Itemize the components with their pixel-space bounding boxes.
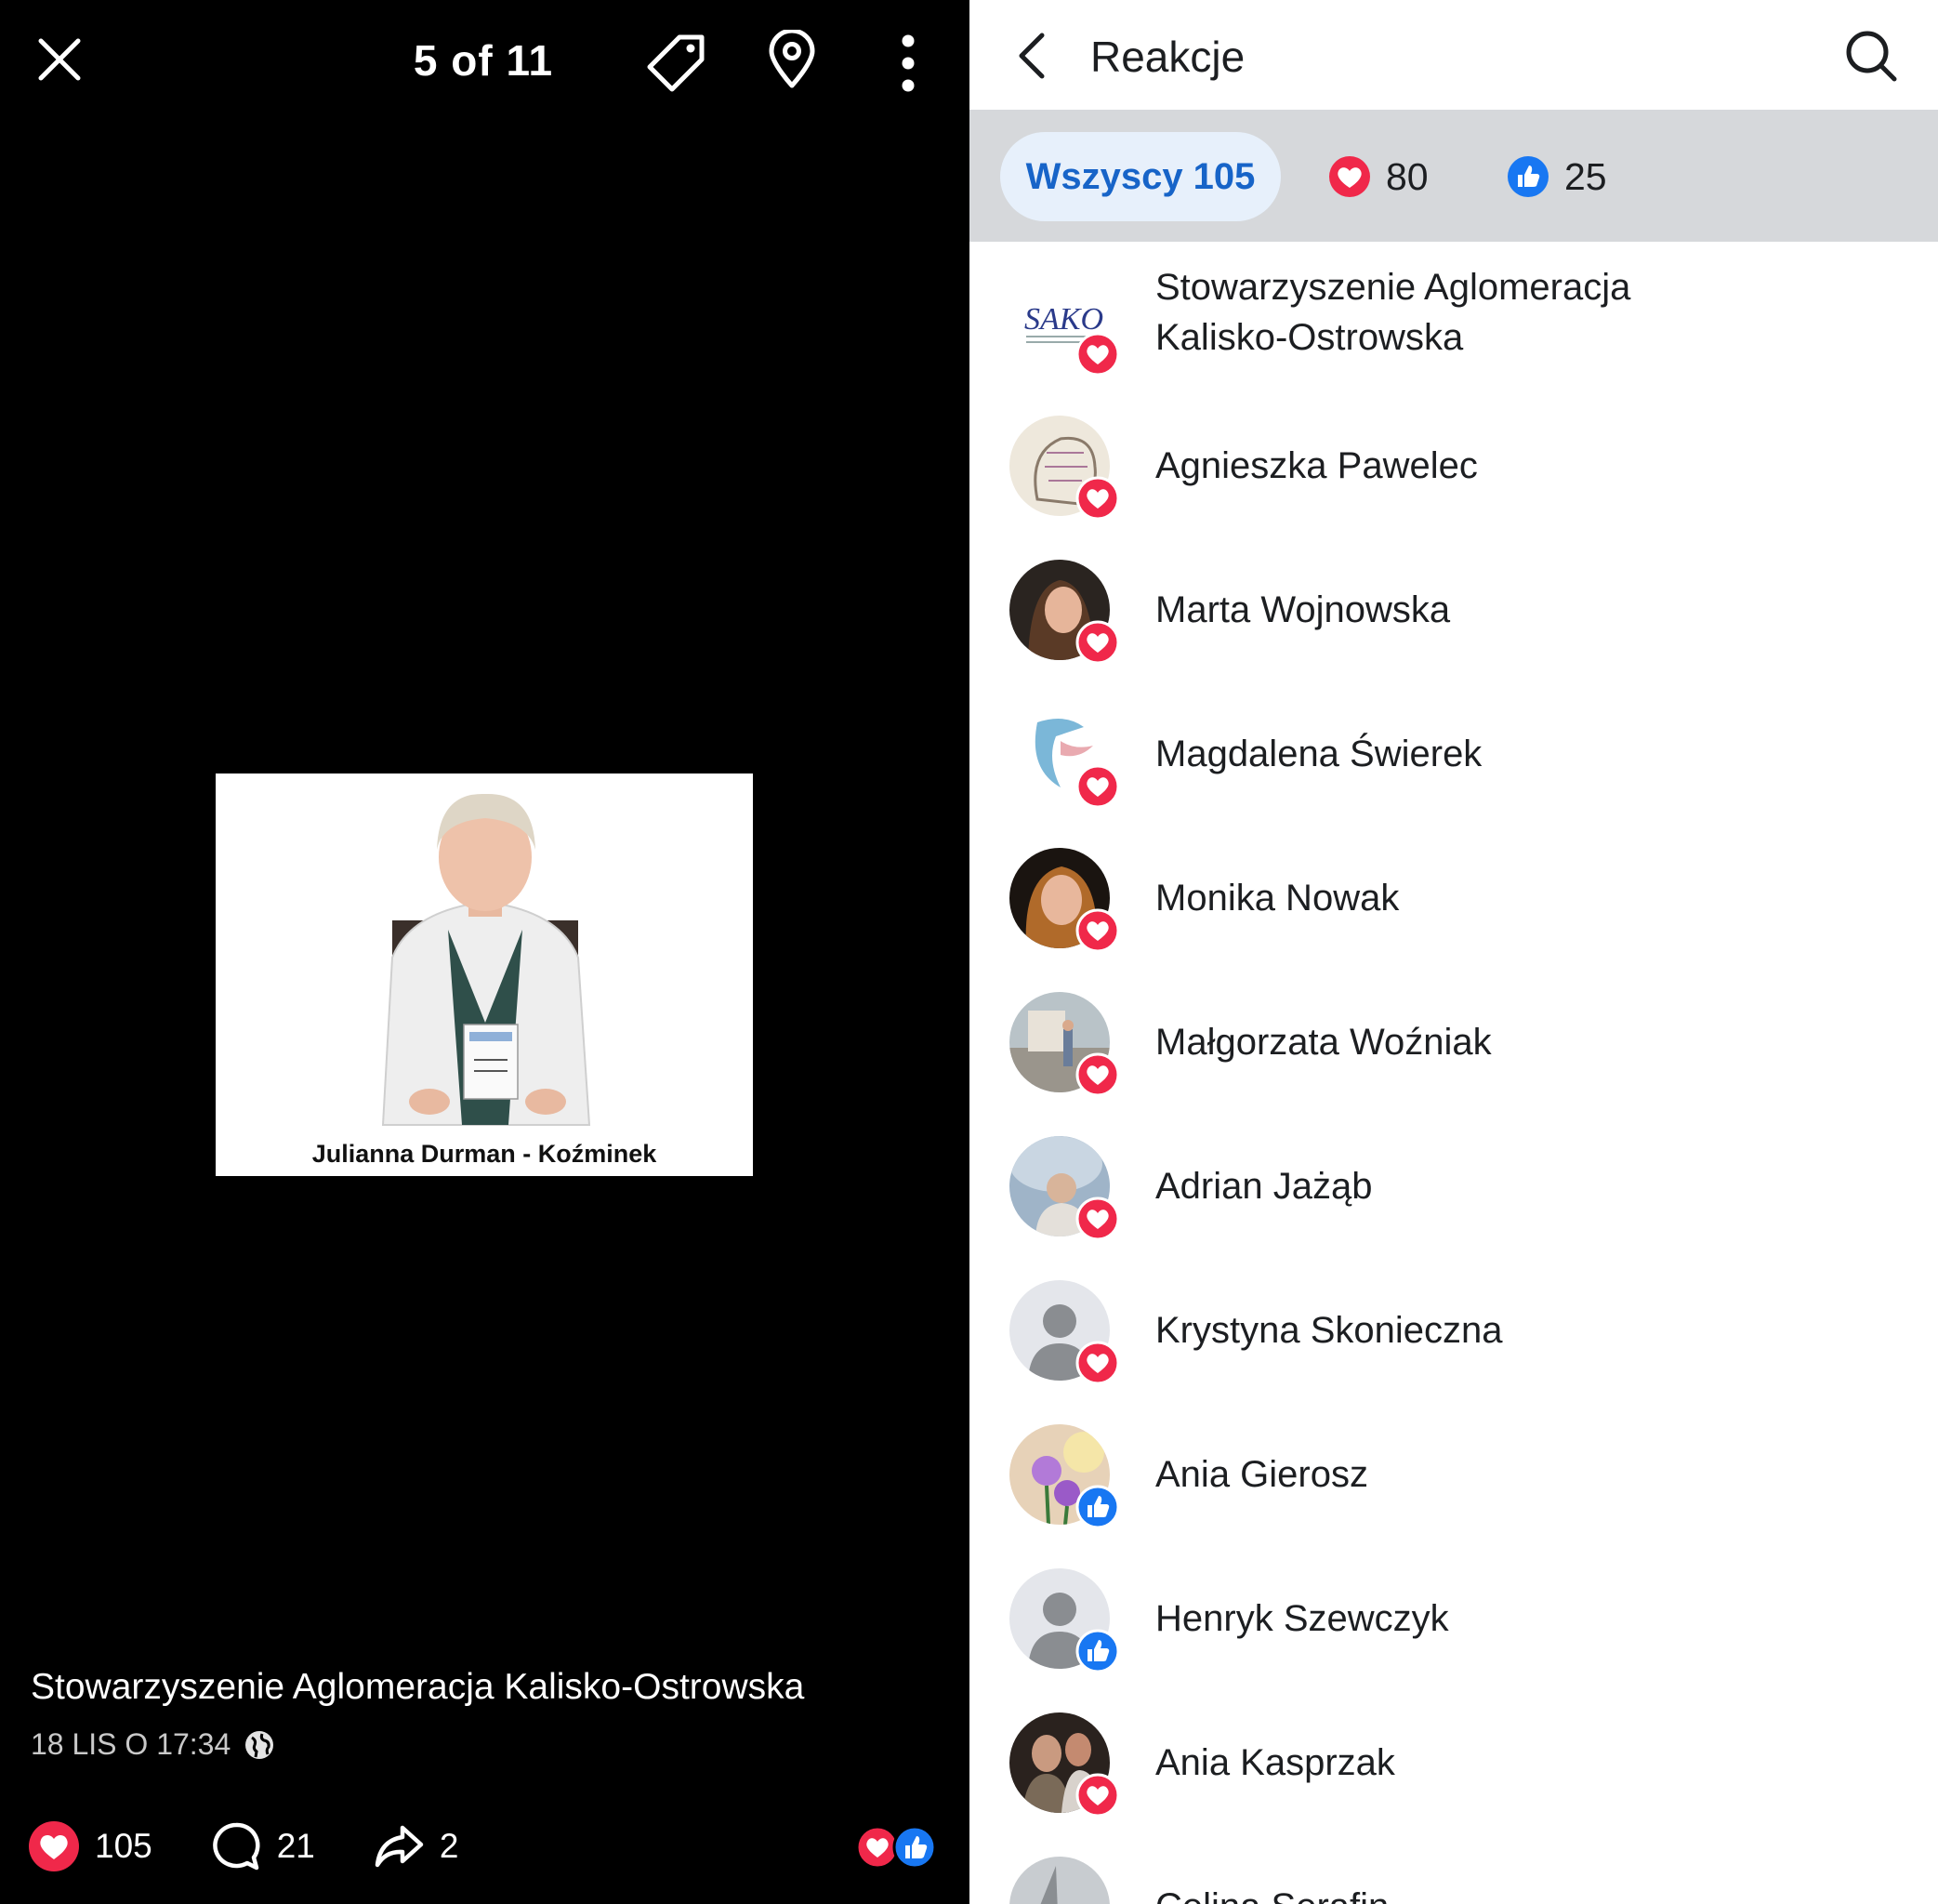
share-icon — [375, 1825, 424, 1868]
avatar[interactable] — [1009, 1857, 1110, 1904]
list-item[interactable]: Adrian Jażąb — [969, 1106, 1938, 1250]
user-name[interactable]: Celina Serafin — [1155, 1827, 1899, 1904]
heart-badge-icon — [1075, 332, 1120, 377]
close-icon[interactable] — [33, 33, 86, 86]
photo-counter: 5 of 11 — [413, 36, 554, 85]
user-name[interactable]: Adrian Jażąb — [1155, 1106, 1899, 1266]
list-item[interactable]: SAKO Stowarzyszenie Aglomeracja Kalisko-… — [969, 242, 1938, 386]
more-vertical-icon[interactable] — [894, 33, 922, 93]
share-button[interactable]: 2 — [373, 1820, 459, 1872]
post-time-text: 18 LIS O 17:34 — [31, 1727, 231, 1761]
reactions-count: 105 — [95, 1827, 152, 1865]
shares-count: 2 — [439, 1827, 459, 1865]
reactions-button[interactable]: 105 — [28, 1820, 152, 1872]
list-item[interactable]: Monika Nowak — [969, 818, 1938, 962]
heart-badge-icon — [1075, 476, 1120, 521]
like-icon — [1508, 156, 1549, 197]
like-badge-icon — [1075, 1485, 1120, 1529]
location-pin-icon[interactable] — [764, 30, 820, 89]
list-item[interactable]: Krystyna Skonieczna — [969, 1250, 1938, 1395]
tab-love[interactable]: 80 — [1328, 132, 1429, 221]
tag-icon[interactable] — [644, 32, 709, 97]
user-name[interactable]: Marta Wojnowska — [1155, 530, 1899, 690]
heart-badge-icon — [1075, 1197, 1120, 1241]
list-item[interactable]: Henryk Szewczyk — [969, 1539, 1938, 1683]
list-item[interactable]: Marta Wojnowska — [969, 530, 1938, 674]
list-item[interactable]: Celina Serafin — [969, 1827, 1938, 1904]
post-photo[interactable]: Julianna Durman - Koźminek — [216, 774, 753, 1176]
user-name[interactable]: Krystyna Skonieczna — [1155, 1250, 1899, 1410]
user-name[interactable]: Ania Gierosz — [1155, 1395, 1899, 1554]
reactions-list: SAKO Stowarzyszenie Aglomeracja Kalisko-… — [969, 242, 1938, 1904]
user-name[interactable]: Agnieszka Pawelec — [1155, 386, 1899, 546]
search-icon[interactable] — [1843, 28, 1899, 84]
comment-icon — [212, 1822, 260, 1871]
reaction-summary-icons[interactable] — [855, 1825, 939, 1870]
post-actions: 105 21 2 — [28, 1820, 516, 1872]
heart-badge-icon — [1075, 1052, 1120, 1097]
user-name[interactable]: Monika Nowak — [1155, 818, 1899, 978]
comments-button[interactable]: 21 — [210, 1820, 315, 1872]
heart-badge-icon — [1075, 908, 1120, 953]
person-photo — [381, 793, 591, 1126]
list-item[interactable]: Małgorzata Woźniak — [969, 962, 1938, 1106]
heart-badge-icon — [1075, 1773, 1120, 1818]
heart-badge-icon — [1075, 620, 1120, 665]
back-arrow-icon[interactable] — [1009, 28, 1055, 84]
reaction-tabs: Wszyscy 105 80 25 — [969, 110, 1938, 242]
user-name[interactable]: Ania Kasprzak — [1155, 1683, 1899, 1843]
heart-icon — [29, 1821, 79, 1871]
list-item[interactable]: Ania Kasprzak — [969, 1683, 1938, 1827]
user-name[interactable]: Magdalena Świerek — [1155, 674, 1899, 834]
tab-like-count: 25 — [1564, 154, 1607, 198]
reactions-panel: Reakcje Wszyscy 105 80 25 SAKO Stowarzys… — [969, 0, 1938, 1904]
panel-title: Reakcje — [1090, 33, 1246, 81]
photo-caption: Julianna Durman - Koźminek — [311, 1140, 657, 1168]
globe-icon — [245, 1730, 274, 1759]
list-item[interactable]: Ania Gierosz — [969, 1395, 1938, 1539]
tab-all[interactable]: Wszyscy 105 — [1000, 132, 1281, 221]
heart-icon — [1329, 156, 1370, 197]
comments-count: 21 — [276, 1827, 315, 1865]
user-name[interactable]: Henryk Szewczyk — [1155, 1539, 1899, 1699]
heart-badge-icon — [1075, 1341, 1120, 1385]
like-badge-icon — [1075, 1629, 1120, 1673]
tab-like[interactable]: 25 — [1507, 132, 1607, 221]
tab-love-count: 80 — [1386, 154, 1429, 198]
list-item[interactable]: Magdalena Świerek — [969, 674, 1938, 818]
user-name[interactable]: Małgorzata Woźniak — [1155, 962, 1899, 1122]
user-name[interactable]: Stowarzyszenie Aglomeracja Kalisko-Ostro… — [1155, 232, 1676, 392]
photo-viewer: 5 of 11 Julianna Durman - Koźminek Stowa… — [0, 0, 969, 1904]
list-item[interactable]: Agnieszka Pawelec — [969, 386, 1938, 530]
heart-badge-icon — [1075, 764, 1120, 809]
post-timestamp: 18 LIS O 17:34 — [31, 1727, 275, 1762]
post-author[interactable]: Stowarzyszenie Aglomeracja Kalisko-Ostro… — [31, 1667, 804, 1708]
